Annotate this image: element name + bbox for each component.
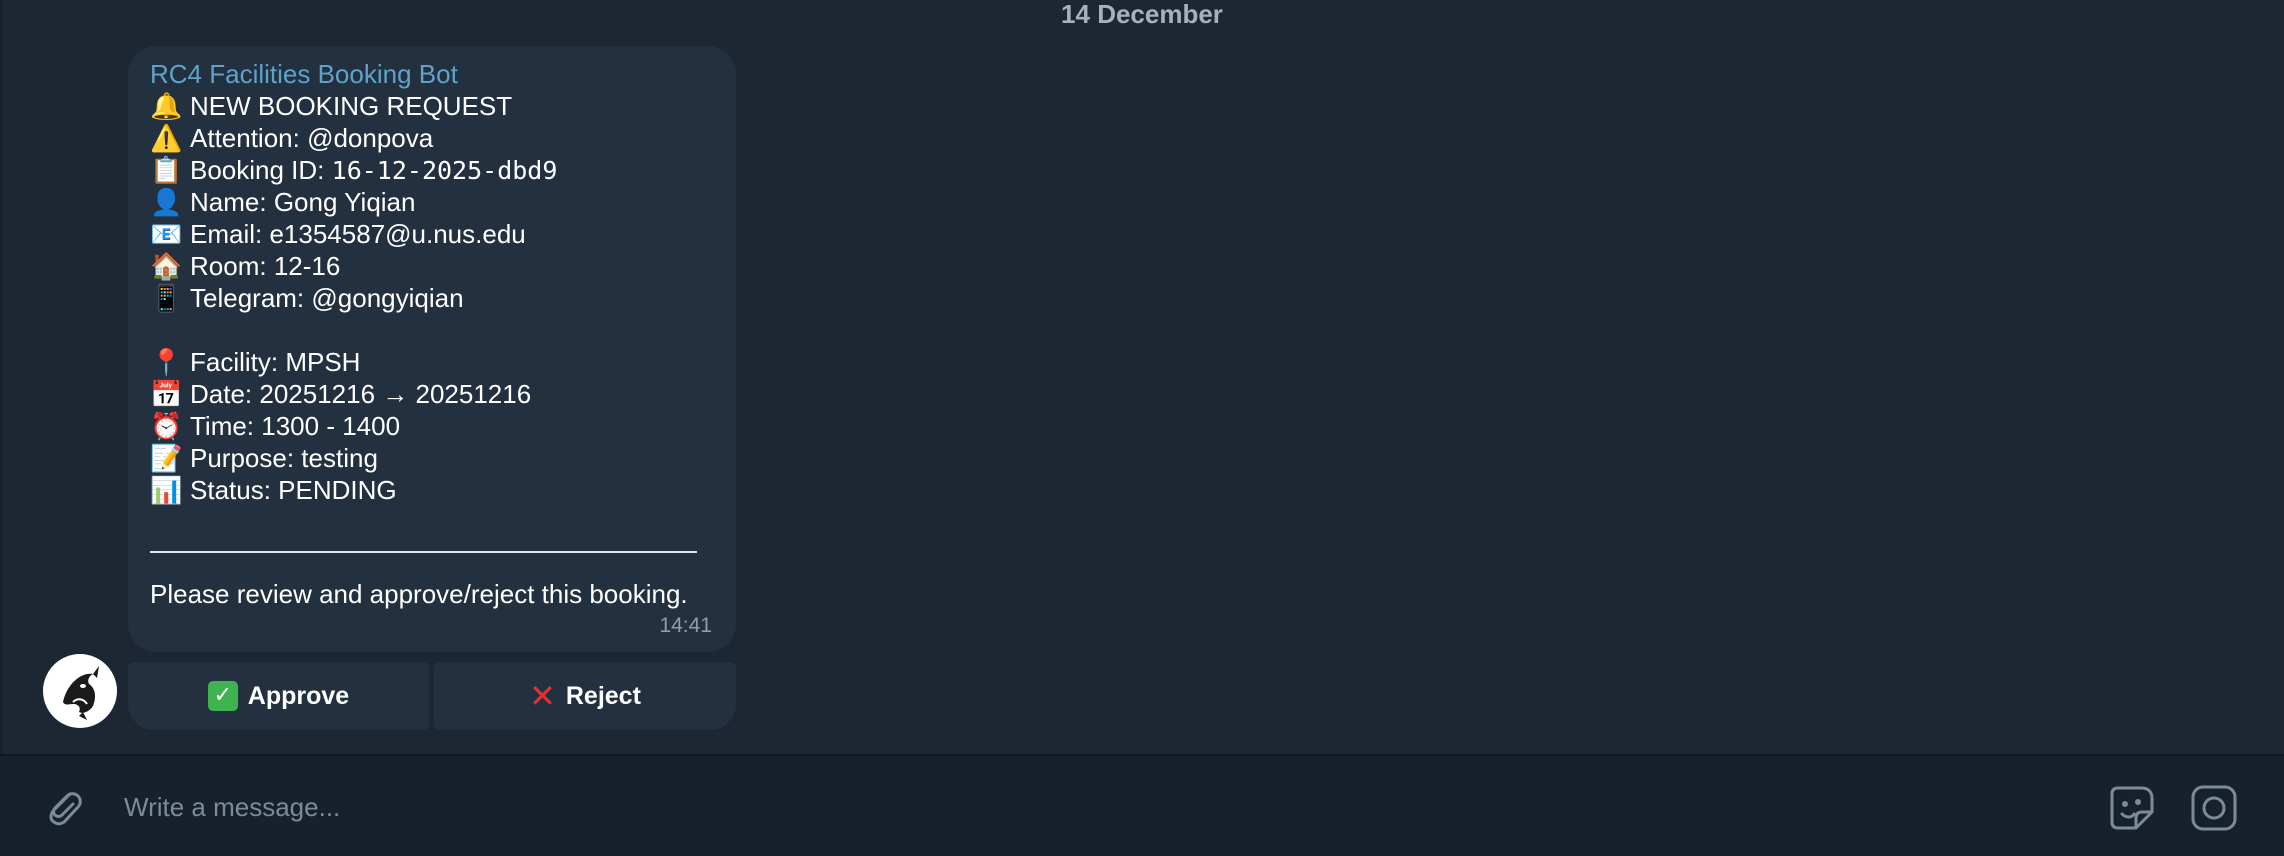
message-line-title: 🔔 NEW BOOKING REQUEST	[150, 90, 714, 122]
attention-mention-link[interactable]: @donpova	[307, 123, 433, 153]
room-value: 12-16	[273, 251, 341, 281]
message-composer	[0, 754, 2284, 856]
message-bubble[interactable]: RC4 Facilities Booking Bot 🔔 NEW BOOKING …	[128, 46, 736, 652]
message-line-purpose: 📝 Purpose: testing	[150, 442, 714, 474]
orca-icon	[63, 666, 99, 720]
email-value: e1354587@u.nus.edu	[269, 219, 526, 249]
date-label: Date:	[190, 379, 260, 409]
user-icon: 👤	[150, 188, 183, 218]
status-value: PENDING	[278, 475, 397, 505]
title-text: NEW BOOKING REQUEST	[190, 91, 513, 121]
reject-label: Reject	[565, 681, 641, 710]
approve-label: Approve	[247, 681, 350, 710]
facility-label: Facility:	[190, 347, 286, 377]
phone-icon: 📱	[150, 284, 183, 314]
message-line-email: 📧 Email: e1354587@u.nus.edu	[150, 218, 714, 250]
purpose-value: testing	[301, 443, 378, 473]
status-label: Status:	[190, 475, 279, 505]
message-line-room: 🏠 Room: 12-16	[150, 250, 714, 282]
room-label: Room:	[190, 251, 274, 281]
message-line-name: 👤 Name: Gong Yiqian	[150, 186, 714, 218]
review-text: Please review and approve/reject this bo…	[150, 579, 688, 609]
attention-label: Attention:	[190, 123, 308, 153]
date-value: 20251216 → 20251216	[259, 379, 532, 409]
purpose-label: Purpose:	[190, 443, 302, 473]
video-message-button[interactable]	[2188, 782, 2240, 834]
message-line-booking-id: 📋 Booking ID: 16-12-2025-dbd9	[150, 154, 714, 186]
alarm-clock-icon: ⏰	[150, 412, 183, 442]
camera-icon	[2191, 785, 2237, 831]
booking-id-value[interactable]: 16-12-2025-dbd9	[332, 156, 558, 185]
reject-button[interactable]: ✕ Reject	[434, 662, 736, 730]
message-line-facility: 📍 Facility: MPSH	[150, 346, 714, 378]
booking-id-label: Booking ID:	[190, 155, 332, 185]
check-mark-icon: ✓	[207, 681, 238, 711]
telegram-mention-link[interactable]: @gongyiqian	[311, 283, 463, 313]
calendar-icon: 📅	[150, 380, 183, 410]
memo-icon: 📝	[150, 444, 183, 474]
message-line-attention: ⚠️ Attention: @donpova	[150, 122, 714, 154]
message-line-date: 📅 Date: 20251216 → 20251216	[150, 378, 714, 410]
email-icon: 📧	[150, 220, 183, 250]
warning-icon: ⚠️	[150, 124, 183, 154]
pin-icon: 📍	[150, 348, 183, 378]
bot-avatar[interactable]	[43, 654, 117, 728]
clipboard-icon: 📋	[150, 156, 183, 186]
name-label: Name:	[190, 187, 274, 217]
house-icon: 🏠	[150, 252, 183, 282]
time-label: Time:	[190, 411, 262, 441]
message-input[interactable]	[122, 780, 2026, 834]
attach-button[interactable]	[40, 782, 88, 830]
cross-mark-icon: ✕	[529, 677, 556, 715]
message-line-status: 📊 Status: PENDING	[150, 474, 714, 506]
sticker-icon	[2110, 786, 2154, 830]
bar-chart-icon: 📊	[150, 476, 183, 506]
approve-button[interactable]: ✓ Approve	[128, 662, 429, 730]
divider-row	[150, 506, 714, 570]
sender-name[interactable]: RC4 Facilities Booking Bot	[150, 58, 714, 90]
telegram-label: Telegram:	[190, 283, 312, 313]
time-value: 1300 - 1400	[261, 411, 401, 441]
horizontal-rule	[150, 551, 697, 553]
message-timestamp: 14:41	[659, 614, 712, 637]
message-line-telegram: 📱 Telegram: @gongyiqian	[150, 282, 714, 314]
email-label: Email:	[190, 219, 270, 249]
paperclip-icon	[49, 792, 82, 826]
bell-icon: 🔔	[150, 92, 183, 122]
date-divider: 14 December	[1061, 0, 1223, 29]
message-line-time: ⏰ Time: 1300 - 1400	[150, 410, 714, 442]
chat-left-border	[0, 0, 3, 854]
name-value: Gong Yiqian	[273, 187, 416, 217]
sticker-button[interactable]	[2106, 782, 2158, 834]
facility-value: MPSH	[285, 347, 361, 377]
